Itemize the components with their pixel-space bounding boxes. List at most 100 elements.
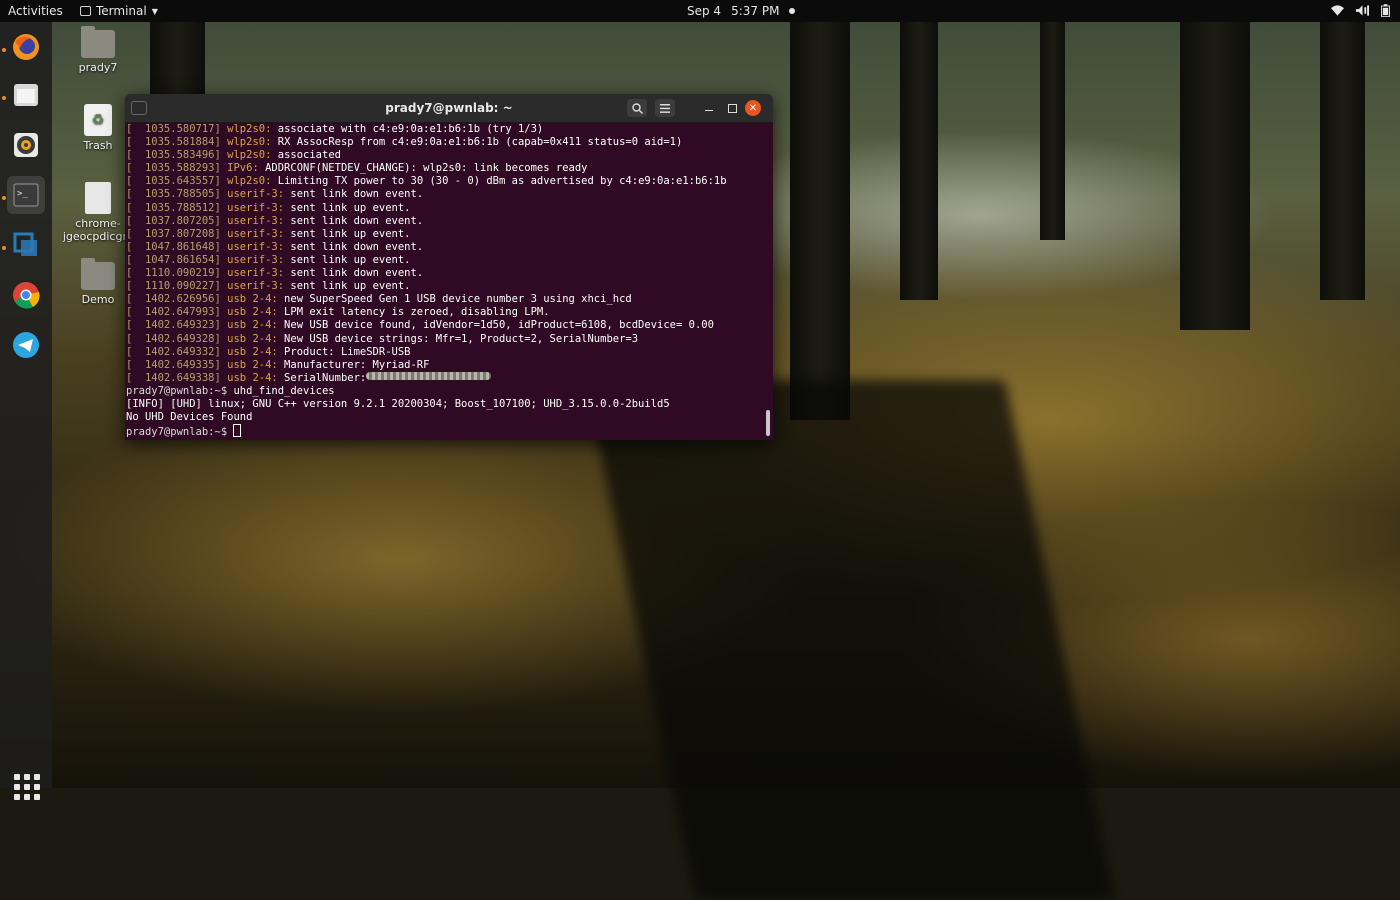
log-source: usb 2-4:: [227, 293, 278, 306]
desktop-icon-label: Trash: [83, 139, 113, 152]
search-button[interactable]: [627, 99, 647, 117]
timestamp: [ 1402.649323]: [126, 319, 221, 332]
terminal-window[interactable]: prady7@pwnlab: ~ ✕ [ 1035.580717] wlp2s0…: [125, 94, 773, 440]
timestamp: [ 1035.788512]: [126, 201, 221, 214]
desktop-icon-home[interactable]: prady7: [62, 26, 134, 74]
terminal-output[interactable]: [ 1035.580717] wlp2s0: associate with c4…: [125, 123, 766, 439]
home-folder-icon: [81, 26, 115, 58]
timestamp: [ 1035.588293]: [126, 162, 221, 175]
log-source: usb 2-4:: [227, 371, 278, 384]
show-applications-button[interactable]: [14, 774, 40, 800]
menu-button[interactable]: [655, 99, 675, 117]
desktop-icon-chrome-app[interactable]: chrome- jgeocpdicgm: [62, 182, 134, 243]
chrome-launcher[interactable]: [7, 276, 45, 314]
terminal-line: [ 1035.588293] IPv6: ADDRCONF(NETDEV_CHA…: [126, 162, 766, 175]
terminal-line: [ 1035.580717] wlp2s0: associate with c4…: [126, 123, 766, 136]
output-line: [INFO] [UHD] linux; GNU C++ version 9.2.…: [126, 398, 766, 411]
terminal-line: [ 1037.807208] userif-3: sent link up ev…: [126, 228, 766, 241]
scrollbar[interactable]: [766, 410, 770, 436]
log-source: userif-3:: [227, 240, 285, 253]
telegram-launcher[interactable]: [7, 326, 45, 364]
prompt-line: prady7@pwnlab:~$: [126, 424, 766, 439]
log-source: userif-3:: [227, 227, 285, 240]
terminal-line: [ 1402.649338] usb 2-4: SerialNumber:: [126, 371, 766, 385]
app-menu-button[interactable]: Terminal ▼: [80, 4, 158, 18]
desktop-icon-label: chrome- jgeocpdicgm: [62, 217, 134, 243]
log-message: sent link down event.: [284, 267, 424, 280]
svg-text:>_: >_: [17, 189, 28, 199]
chevron-down-icon: ▼: [151, 6, 158, 16]
terminal-headerbar[interactable]: prady7@pwnlab: ~ ✕: [125, 94, 773, 123]
battery-icon: [1381, 4, 1390, 17]
date-label: Sep 4: [687, 4, 722, 18]
timestamp: [ 1402.647993]: [126, 306, 221, 319]
log-message: Manufacturer: Myriad-RF: [277, 358, 430, 371]
terminal-line: [ 1035.643557] wlp2s0: Limiting TX power…: [126, 175, 766, 188]
running-indicator: [2, 48, 6, 52]
window-title: prady7@pwnlab: ~: [385, 101, 513, 115]
clock-button[interactable]: Sep 4 5:37 PM: [687, 4, 796, 18]
timestamp: [ 1035.580717]: [126, 123, 221, 135]
system-tray[interactable]: [1331, 4, 1390, 17]
maximize-icon: [727, 103, 737, 113]
tree-trunk: [1040, 0, 1065, 240]
shell-prompt: prady7@pwnlab:~$: [126, 426, 234, 439]
desktop-icon-label: prady7: [78, 61, 118, 74]
terminal-line: [ 1402.626956] usb 2-4: new SuperSpeed G…: [126, 293, 766, 306]
activities-button[interactable]: Activities: [8, 4, 63, 18]
telegram-icon: [13, 332, 39, 358]
time-label: 5:37 PM: [731, 4, 780, 18]
log-source: wlp2s0:: [227, 123, 272, 135]
timestamp: [ 1402.649335]: [126, 358, 221, 371]
timestamp: [ 1035.643557]: [126, 175, 221, 188]
result-text: No UHD Devices Found: [126, 411, 253, 424]
log-message: RX AssocResp from c4:e9:0a:e1:b6:1b (cap…: [271, 136, 683, 149]
top-bar: Activities Terminal ▼ Sep 4 5:37 PM: [0, 0, 1400, 22]
timestamp: [ 1110.090227]: [126, 280, 221, 293]
timestamp: [ 1402.649338]: [126, 371, 221, 384]
log-message: associated: [271, 149, 341, 162]
log-source: usb 2-4:: [227, 306, 278, 319]
timestamp: [ 1035.788505]: [126, 188, 221, 201]
files-icon: [14, 84, 38, 106]
desktop-icon-label: Demo: [81, 293, 115, 306]
log-message: New USB device found, idVendor=1d50, idP…: [277, 319, 714, 332]
timestamp: [ 1035.583496]: [126, 149, 221, 162]
desktop-icon-trash[interactable]: ♻ Trash: [62, 104, 134, 152]
log-message: SerialNumber:: [277, 371, 367, 384]
files-launcher[interactable]: [7, 76, 45, 114]
minimize-button[interactable]: [699, 99, 719, 117]
minimize-icon: [705, 109, 713, 112]
rhythmbox-icon: [14, 133, 38, 157]
log-message: sent link up event.: [284, 253, 411, 266]
log-message: sent link up event.: [284, 201, 411, 214]
close-button[interactable]: ✕: [745, 100, 761, 116]
tree-trunk: [900, 0, 938, 300]
log-source: wlp2s0:: [227, 136, 272, 149]
log-message: sent link down event.: [284, 214, 424, 227]
desktop-icon-demo[interactable]: Demo: [62, 258, 134, 306]
terminal-line: [ 1035.788512] userif-3: sent link up ev…: [126, 202, 766, 215]
virtualbox-launcher[interactable]: [7, 226, 45, 264]
log-source: usb 2-4:: [227, 332, 278, 345]
terminal-line: [ 1402.649332] usb 2-4: Product: LimeSDR…: [126, 346, 766, 359]
timestamp: [ 1035.581884]: [126, 136, 221, 149]
log-message: associate with c4:e9:0a:e1:b6:1b (try 1/…: [271, 123, 544, 135]
timestamp: [ 1402.649328]: [126, 332, 221, 345]
maximize-button[interactable]: [722, 99, 742, 117]
trash-icon: ♻: [84, 104, 112, 136]
info-text: [INFO] [UHD] linux; GNU C++ version 9.2.…: [126, 397, 670, 410]
log-message: sent link down event.: [284, 188, 424, 201]
terminal-line: [ 1035.788505] userif-3: sent link down …: [126, 188, 766, 201]
folder-icon: [81, 258, 115, 290]
log-source: wlp2s0:: [227, 175, 272, 188]
log-source: usb 2-4:: [227, 319, 278, 332]
firefox-launcher[interactable]: [7, 28, 45, 66]
tree-trunk: [790, 0, 850, 420]
text-cursor: [233, 424, 242, 438]
timestamp: [ 1047.861654]: [126, 253, 221, 266]
rhythmbox-launcher[interactable]: [7, 126, 45, 164]
timestamp: [ 1402.626956]: [126, 293, 221, 306]
terminal-launcher[interactable]: >_: [7, 176, 45, 214]
timestamp: [ 1037.807208]: [126, 227, 221, 240]
